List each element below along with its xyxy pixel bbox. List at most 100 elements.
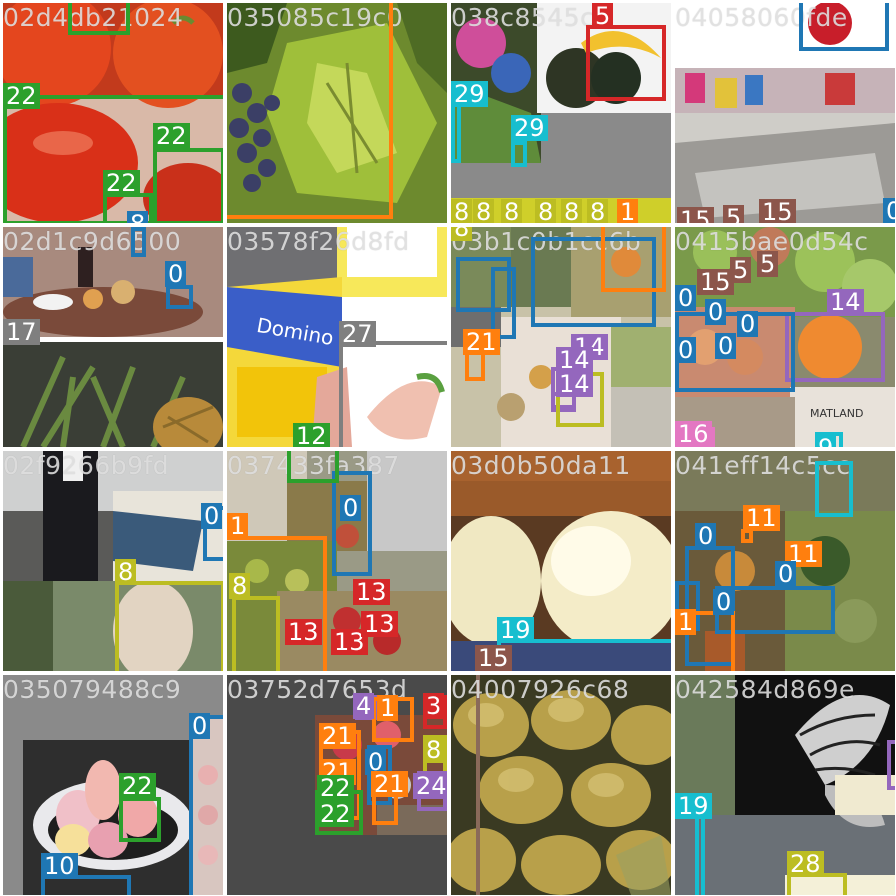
box-label: 15 xyxy=(475,645,512,671)
bbox xyxy=(815,461,853,517)
box-label: 8 xyxy=(451,227,473,241)
box-label: 28 xyxy=(787,851,824,877)
bbox xyxy=(131,227,146,257)
detection-mosaic: 02d4db21024 22 22 22 8 035085c19c0 xyxy=(0,0,896,896)
bbox xyxy=(232,596,280,671)
box-label: 22 xyxy=(153,123,190,149)
tile-people-stall: 02f9266b9fd 0 8 xyxy=(3,451,223,671)
box-label: 15 xyxy=(759,199,796,223)
box-label: 16 xyxy=(675,421,712,447)
box-label: 24 xyxy=(413,773,447,799)
box-label: 5 xyxy=(592,3,614,29)
box-label: 4 xyxy=(353,693,375,719)
bbox xyxy=(153,148,223,223)
tile-fruit-pile: MATLAND 0415bae0d54c 15 5 5 14 0 0 0 0 0… xyxy=(675,227,895,447)
tile-butterfly: 042584d869e 19 28 xyxy=(675,675,895,895)
box-label: 21 xyxy=(463,329,500,355)
box-label: 0 xyxy=(713,589,735,615)
box-label: 21 xyxy=(319,723,356,749)
box-label: 8 xyxy=(473,199,495,223)
box-label: 8 xyxy=(587,199,609,223)
tile-store-shelf: 04058060fde 15 5 15 0 xyxy=(675,3,895,223)
tile-market-collage: 03b1c0b1cc6b 8 21 14 14 14 xyxy=(451,227,671,447)
tile-id: 03578f26d8fd xyxy=(227,227,410,256)
bbox xyxy=(887,740,895,790)
tile-id: 04007926c68 xyxy=(451,675,630,704)
box-label: 1 xyxy=(617,199,639,223)
tile-fruit-stall: 037433fa387 0 1 8 13 13 13 13 xyxy=(227,451,447,671)
tile-avocado-banana: 038c8545cb 5 29 29 1 8 8 8 8 8 8 xyxy=(451,3,671,223)
box-label: 9 xyxy=(815,435,837,447)
tile-id: 02d1c9d6500 xyxy=(3,227,182,256)
box-label: 17 xyxy=(3,319,40,345)
tile-id: 042584d869e xyxy=(675,675,855,704)
box-label: 14 xyxy=(827,289,864,315)
tile-table-pineapple: 02d1c9d6500 0 17 xyxy=(3,227,223,447)
box-label: 1 xyxy=(377,695,399,721)
box-label: 0 xyxy=(737,311,759,337)
bbox xyxy=(601,227,666,292)
tile-sugar-box: Domino 03578f26d8fd 27 12 xyxy=(227,227,447,447)
box-label: 13 xyxy=(285,619,322,645)
tile-outdoor-stall: 041eff14c5cc 0 11 11 0 0 1 xyxy=(675,451,895,671)
butterfly-photo xyxy=(675,675,895,895)
box-label: 5 xyxy=(757,251,779,277)
box-label: 0 xyxy=(675,337,697,363)
box-label: 8 xyxy=(501,199,523,223)
tile-tomatoes: 02d4db21024 22 22 22 8 xyxy=(3,3,223,223)
box-label: 0 xyxy=(695,523,717,549)
blurry-pears-photo xyxy=(451,451,671,671)
box-label: 0 xyxy=(705,299,727,325)
box-label: 0 xyxy=(715,333,737,359)
bbox xyxy=(115,581,223,671)
box-label: 0 xyxy=(201,503,223,529)
box-label: 19 xyxy=(675,793,712,819)
box-label: 8 xyxy=(229,573,251,599)
box-label: 0 xyxy=(775,561,797,587)
box-label: 22 xyxy=(317,801,354,827)
fruit-heap-photo xyxy=(451,675,671,895)
box-label: 8 xyxy=(423,737,445,763)
bbox xyxy=(189,715,223,895)
box-label: 22 xyxy=(317,775,354,801)
box-label: 22 xyxy=(103,170,140,196)
box-label: 8 xyxy=(127,211,149,223)
box-label: 29 xyxy=(451,81,488,107)
tile-fruit-bowl: 035079488c9 0 22 10 xyxy=(3,675,223,895)
box-label: 21 xyxy=(371,771,408,797)
box-label: 8 xyxy=(561,199,583,223)
tile-id: 035079488c9 xyxy=(3,675,182,704)
box-label: 0 xyxy=(340,495,362,521)
box-label: 15 xyxy=(697,269,734,295)
box-label: 12 xyxy=(293,423,330,447)
tile-grey-collage: 03752d7653d 4 1 3 21 0 21 21 8 22 22 24 xyxy=(227,675,447,895)
box-label: 29 xyxy=(511,115,548,141)
box-label: 0 xyxy=(883,198,895,223)
box-label: 5 xyxy=(730,257,752,283)
box-label: 10 xyxy=(41,853,78,879)
box-label: 13 xyxy=(353,579,390,605)
box-label: 14 xyxy=(556,371,593,397)
svg-text:MATLAND: MATLAND xyxy=(810,407,864,420)
bbox xyxy=(287,451,339,483)
tile-blurry-pears: 03d0b50da11 19 15 xyxy=(451,451,671,671)
box-label: 13 xyxy=(361,611,398,637)
box-label: 5 xyxy=(723,205,745,223)
box-label: 27 xyxy=(339,321,376,347)
tile-id: 03d0b50da11 xyxy=(451,451,631,480)
bbox xyxy=(695,815,705,895)
box-label: 8 xyxy=(451,199,473,223)
bbox xyxy=(785,312,885,382)
tile-fruit-heap: 04007926c68 xyxy=(451,675,671,895)
box-label: 8 xyxy=(115,559,137,585)
bbox xyxy=(339,341,447,447)
box-label: 0 xyxy=(165,261,187,287)
bbox xyxy=(227,3,393,219)
box-label: 3 xyxy=(423,693,445,719)
box-label: 0 xyxy=(675,285,697,311)
box-label: 0 xyxy=(189,713,211,739)
box-label: 19 xyxy=(497,617,534,643)
tile-id: 02f9266b9fd xyxy=(3,451,170,480)
bbox xyxy=(68,3,130,35)
box-label: 22 xyxy=(3,83,40,109)
